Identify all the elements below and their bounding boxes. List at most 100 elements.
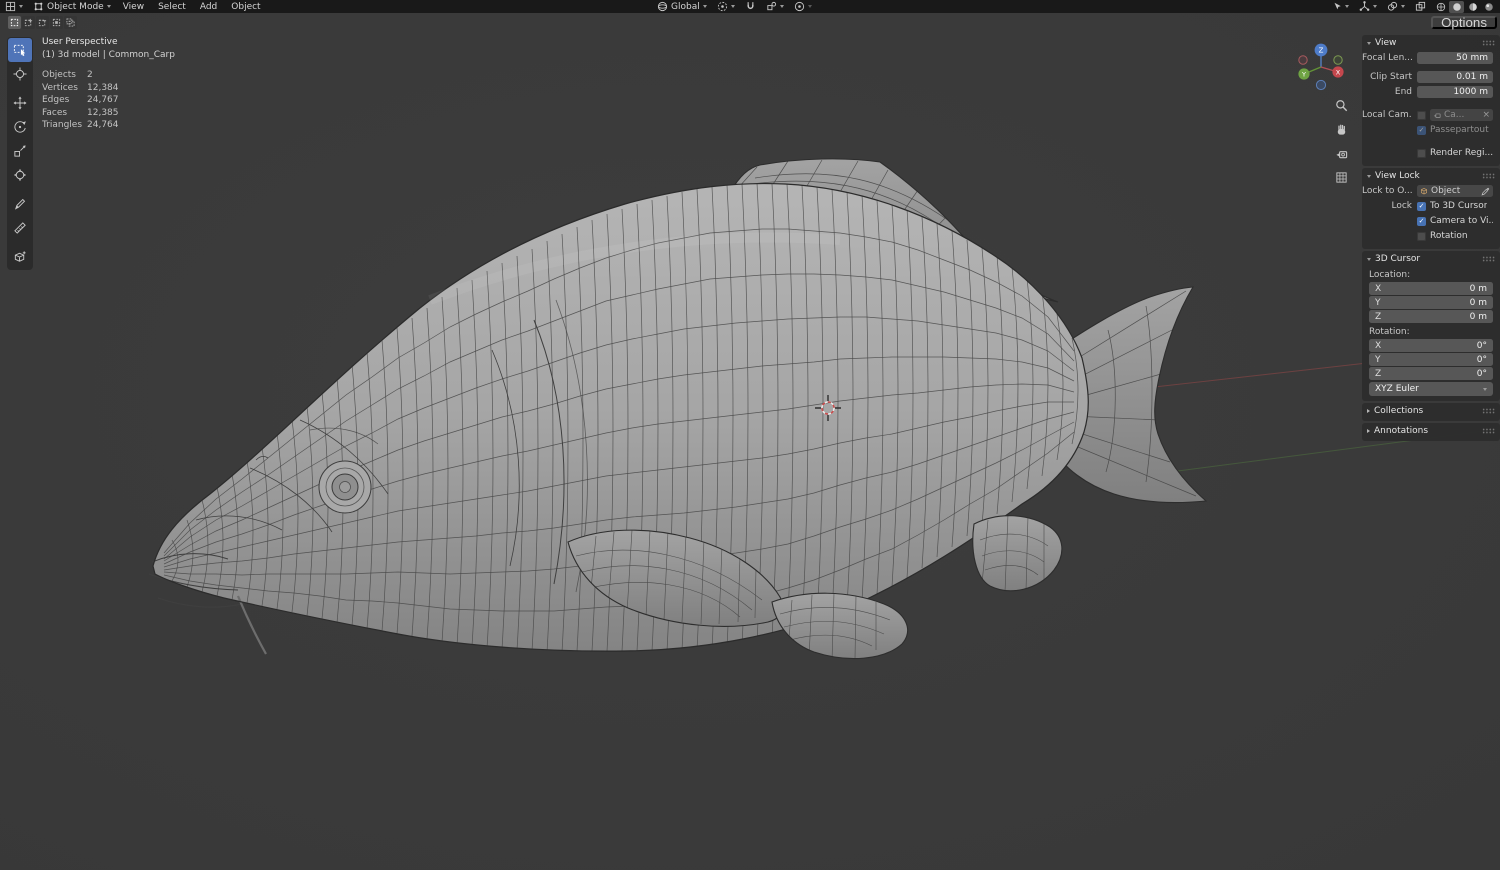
shading-solid-button[interactable] — [1449, 1, 1464, 13]
statistics-overlay: Objects2 Vertices12,384 Edges24,767 Face… — [42, 69, 175, 132]
viewport-controls — [1332, 96, 1351, 187]
panel-grip-handle[interactable] — [1482, 256, 1495, 262]
panel-view-lock-header[interactable]: View Lock — [1362, 168, 1500, 184]
lock-rotation-checkbox[interactable] — [1417, 232, 1426, 241]
mode-selector[interactable]: Object Mode — [28, 0, 116, 13]
xray-toggle[interactable] — [1410, 0, 1431, 13]
transform-tool-icon — [13, 168, 27, 182]
local-camera-field[interactable]: Ca... × — [1430, 109, 1493, 121]
cursor-rotation-x-field[interactable]: X 0° — [1369, 339, 1493, 352]
panel-collections-header[interactable]: Collections — [1362, 403, 1500, 419]
toggle-perspective-button[interactable] — [1332, 168, 1351, 187]
axis-neg-z-ball[interactable] — [1316, 80, 1325, 89]
shading-mode-group — [1431, 1, 1498, 13]
rotation-mode-dropdown[interactable]: XYZ Euler — [1369, 382, 1493, 396]
panel-grip-handle[interactable] — [1482, 408, 1495, 414]
pan-button[interactable] — [1332, 120, 1351, 139]
lock-to-3d-cursor-checkbox[interactable]: ✓ — [1417, 202, 1426, 211]
global-orientation-icon — [657, 1, 668, 12]
annotate-pencil-icon — [13, 197, 27, 211]
panel-view-lock: View Lock Lock to O... Object — [1362, 168, 1500, 249]
menu-add[interactable]: Add — [193, 0, 224, 13]
lock-to-object-row: Lock to O... Object — [1362, 184, 1500, 198]
panel-3d-cursor: 3D Cursor Location: X 0 m Y 0 m Z 0 m Ro… — [1362, 251, 1500, 401]
show-overlays-toggle[interactable] — [1382, 0, 1410, 13]
tool-shelf — [7, 37, 33, 270]
shading-rendered-button[interactable] — [1481, 1, 1496, 13]
axis-y-ball[interactable]: Y — [1298, 68, 1309, 79]
camera-icon — [1433, 111, 1441, 119]
snap-target-icon — [766, 1, 777, 12]
tool-box-select[interactable] — [8, 38, 32, 62]
cursor-location-x-field[interactable]: X 0 m — [1369, 282, 1493, 295]
tool-rotate[interactable] — [8, 115, 32, 139]
cursor-rotation-y-field[interactable]: Y 0° — [1369, 353, 1493, 366]
editor-type-button[interactable] — [0, 0, 28, 13]
select-mode-intersect-button[interactable] — [64, 16, 77, 29]
options-button[interactable]: Options — [1431, 16, 1497, 29]
select-mode-new-button[interactable] — [8, 16, 21, 29]
axis-z-ball[interactable]: Z — [1315, 44, 1328, 57]
menu-view[interactable]: View — [116, 0, 151, 13]
clip-end-field[interactable]: 1000 m — [1417, 86, 1493, 98]
tool-annotate[interactable] — [8, 192, 32, 216]
object-type-visibility[interactable] — [1327, 0, 1354, 13]
camera-to-view-checkbox[interactable]: ✓ — [1417, 217, 1426, 226]
axis-x-ball[interactable]: X — [1332, 66, 1343, 77]
navigation-gizmo[interactable]: Z Y X — [1294, 40, 1348, 94]
cursor-rotation-label: Rotation: — [1362, 324, 1500, 339]
select-mode-subtract-button[interactable] — [36, 16, 49, 29]
proportional-edit-toggle[interactable] — [789, 0, 817, 13]
panel-grip-handle[interactable] — [1482, 173, 1495, 179]
chevron-down-icon — [1483, 388, 1487, 391]
focal-length-field[interactable]: 50 mm — [1417, 52, 1493, 64]
clear-icon[interactable]: × — [1482, 110, 1490, 120]
snap-toggle[interactable] — [740, 0, 761, 13]
zoom-button[interactable] — [1332, 96, 1351, 115]
shading-material-button[interactable] — [1465, 1, 1480, 13]
tool-add-cube[interactable] — [8, 245, 32, 269]
pivot-point-selector[interactable] — [712, 0, 740, 13]
menu-object[interactable]: Object — [224, 0, 267, 13]
gizmos-icon — [1359, 1, 1370, 12]
passepartout-checkbox[interactable]: ✓ — [1417, 126, 1426, 135]
tool-cursor[interactable] — [8, 62, 32, 86]
local-camera-checkbox[interactable] — [1417, 111, 1426, 120]
clip-start-field[interactable]: 0.01 m — [1417, 71, 1493, 83]
tool-measure[interactable] — [8, 216, 32, 240]
panel-view-header[interactable]: View — [1362, 35, 1500, 51]
snap-target-selector[interactable] — [761, 0, 789, 13]
show-gizmo-toggle[interactable] — [1354, 0, 1382, 13]
panel-annotations-header[interactable]: Annotations — [1362, 423, 1500, 439]
orientation-label: Global — [671, 2, 700, 12]
select-mode-extend-button[interactable] — [22, 16, 35, 29]
eyedropper-icon[interactable] — [1481, 187, 1490, 196]
panel-grip-handle[interactable] — [1482, 40, 1495, 46]
shading-wireframe-button[interactable] — [1433, 1, 1448, 13]
viewport-header: Object Mode View Select Add Object Globa… — [0, 0, 1500, 13]
cursor-location-z-field[interactable]: Z 0 m — [1369, 310, 1493, 323]
tool-move[interactable] — [8, 91, 32, 115]
axis-neg-x-ball[interactable] — [1299, 56, 1307, 64]
render-region-checkbox[interactable] — [1417, 149, 1426, 158]
panel-grip-handle[interactable] — [1482, 428, 1495, 434]
stat-row: Vertices12,384 — [42, 82, 175, 95]
panel-3d-cursor-header[interactable]: 3D Cursor — [1362, 251, 1500, 267]
box-select-icon — [13, 43, 27, 57]
sidebar-n-panel: View Focal Len... 50 mm Clip Start 0.01 … — [1362, 35, 1500, 441]
cursor-location-y-field[interactable]: Y 0 m — [1369, 296, 1493, 309]
tool-scale[interactable] — [8, 139, 32, 163]
axis-neg-y-ball[interactable] — [1334, 56, 1342, 64]
lock-cursor-row: Lock ✓ To 3D Cursor — [1362, 199, 1500, 213]
select-mode-invert-button[interactable] — [50, 16, 63, 29]
editor-type-icon — [5, 1, 16, 12]
viewport-canvas[interactable] — [0, 0, 1500, 870]
add-cube-icon — [13, 250, 27, 264]
tool-transform[interactable] — [8, 163, 32, 187]
cursor-rotation-z-field[interactable]: Z 0° — [1369, 367, 1493, 380]
menu-select[interactable]: Select — [151, 0, 193, 13]
carp-wireframe-model[interactable] — [149, 159, 1206, 661]
lock-to-object-field[interactable]: Object — [1417, 185, 1493, 197]
transform-orientation-selector[interactable]: Global — [652, 0, 712, 13]
camera-view-button[interactable] — [1332, 144, 1351, 163]
